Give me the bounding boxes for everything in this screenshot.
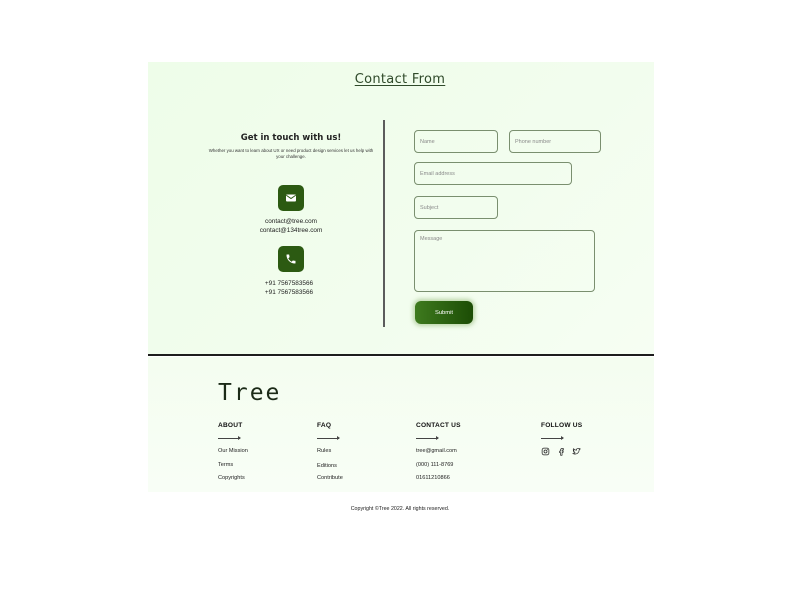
page-title: Contact From xyxy=(354,72,446,87)
footer-link-copyrights[interactable]: Copyrights xyxy=(218,475,245,481)
brand-logo[interactable]: Tree xyxy=(218,380,281,406)
contact-subtext: Whether you want to learn about UX or ne… xyxy=(208,148,374,159)
contact-phone[interactable]: +91 7567583566 xyxy=(198,288,380,297)
email-input[interactable] xyxy=(414,162,572,185)
footer-contact-email[interactable]: tree@gmail.com xyxy=(416,448,457,454)
arrow-right-icon xyxy=(317,436,340,440)
footer-link-our-mission[interactable]: Our Mission xyxy=(218,448,248,454)
instagram-icon[interactable] xyxy=(541,447,550,456)
facebook-icon[interactable] xyxy=(557,447,566,456)
copyright-text: Copyright ©Tree 2022. All rights reserve… xyxy=(350,506,450,512)
phone-input[interactable] xyxy=(509,130,601,153)
email-list: contact@tree.com contact@134tree.com xyxy=(200,217,382,235)
arrow-right-icon xyxy=(218,436,241,440)
phone-list: +91 7567583566 +91 7567583566 xyxy=(198,279,380,297)
contact-email[interactable]: contact@tree.com xyxy=(200,217,382,226)
submit-button[interactable]: Submit xyxy=(415,301,473,324)
subject-input[interactable] xyxy=(414,196,498,219)
footer-link-editions[interactable]: Editions xyxy=(317,463,337,469)
contact-heading: Get in touch with us! xyxy=(240,133,342,143)
mail-icon xyxy=(278,185,304,211)
arrow-right-icon xyxy=(541,436,564,440)
name-input[interactable] xyxy=(414,130,498,153)
footer-contact-phone[interactable]: (000) 111-8769 xyxy=(416,462,453,468)
contact-email[interactable]: contact@134tree.com xyxy=(200,226,382,235)
footer-link-rules[interactable]: Rules xyxy=(317,448,331,454)
about-title: ABOUT xyxy=(218,422,243,429)
footer-divider xyxy=(148,354,654,356)
twitter-icon[interactable] xyxy=(572,447,581,456)
faq-title: FAQ xyxy=(317,422,332,429)
follow-us-title: FOLLOW US xyxy=(541,422,583,429)
message-input[interactable] xyxy=(414,230,595,292)
phone-icon xyxy=(278,246,304,272)
contact-info: Get in touch with us! Whether you want t… xyxy=(200,133,382,160)
column-divider xyxy=(383,120,385,327)
contact-section xyxy=(148,62,654,354)
arrow-right-icon xyxy=(416,436,439,440)
footer-contact-number[interactable]: 01611210866 xyxy=(416,475,450,481)
footer-link-terms[interactable]: Terms xyxy=(218,462,233,468)
contact-us-title: CONTACT US xyxy=(416,422,461,429)
footer-link-contribute[interactable]: Contribute xyxy=(317,475,343,481)
contact-phone[interactable]: +91 7567583566 xyxy=(198,279,380,288)
